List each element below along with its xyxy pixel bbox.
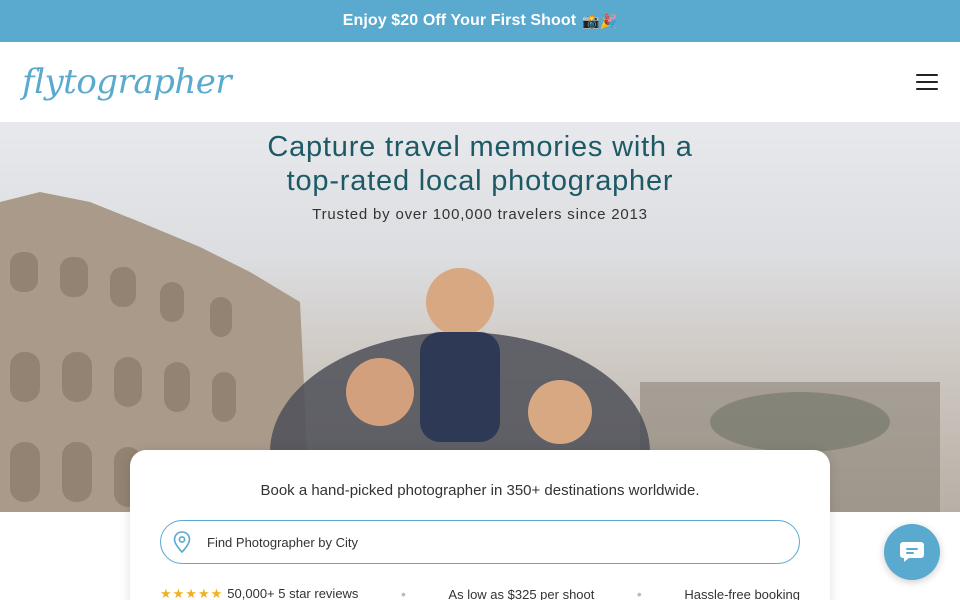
hero-title-line-1: Capture travel memories with a [267,131,693,163]
price-text: As low as $325 per shoot [448,586,595,600]
promo-emoji: 📸🎉 [582,12,618,29]
booking-text: Hassle-free booking [684,586,800,600]
five-star-rating-icon: ★★★★★ [160,586,224,600]
search-box[interactable] [160,520,800,564]
trust-row: ★★★★★ 50,000+ 5 star reviews • As low as … [160,584,800,600]
chat-bubble-icon [900,542,924,562]
reviews-text: 50,000+ 5 star reviews [227,586,359,600]
separator-dot: • [636,586,642,600]
hero-subtitle: Trusted by over 100,000 travelers since … [312,206,648,223]
promo-text: Enjoy $20 Off Your First Shoot [342,12,577,29]
city-search-input[interactable] [207,534,767,550]
hero-title: Capture travel memories with a top-rated… [0,130,960,198]
site-header: flytographer [0,42,960,122]
hero-title-line-2: top-rated local photographer [286,165,674,197]
logo[interactable]: flytographer [22,65,232,99]
promo-banner[interactable]: Enjoy $20 Off Your First Shoot 📸🎉 [0,0,960,42]
search-tagline: Book a hand-picked photographer in 350+ … [260,482,700,499]
chat-button[interactable] [884,524,940,580]
hamburger-menu-icon[interactable] [916,74,938,90]
location-pin-icon [173,531,191,553]
search-card: Book a hand-picked photographer in 350+ … [130,450,830,600]
reviews-item: ★★★★★ 50,000+ 5 star reviews [160,586,358,600]
separator-dot: • [400,586,406,600]
